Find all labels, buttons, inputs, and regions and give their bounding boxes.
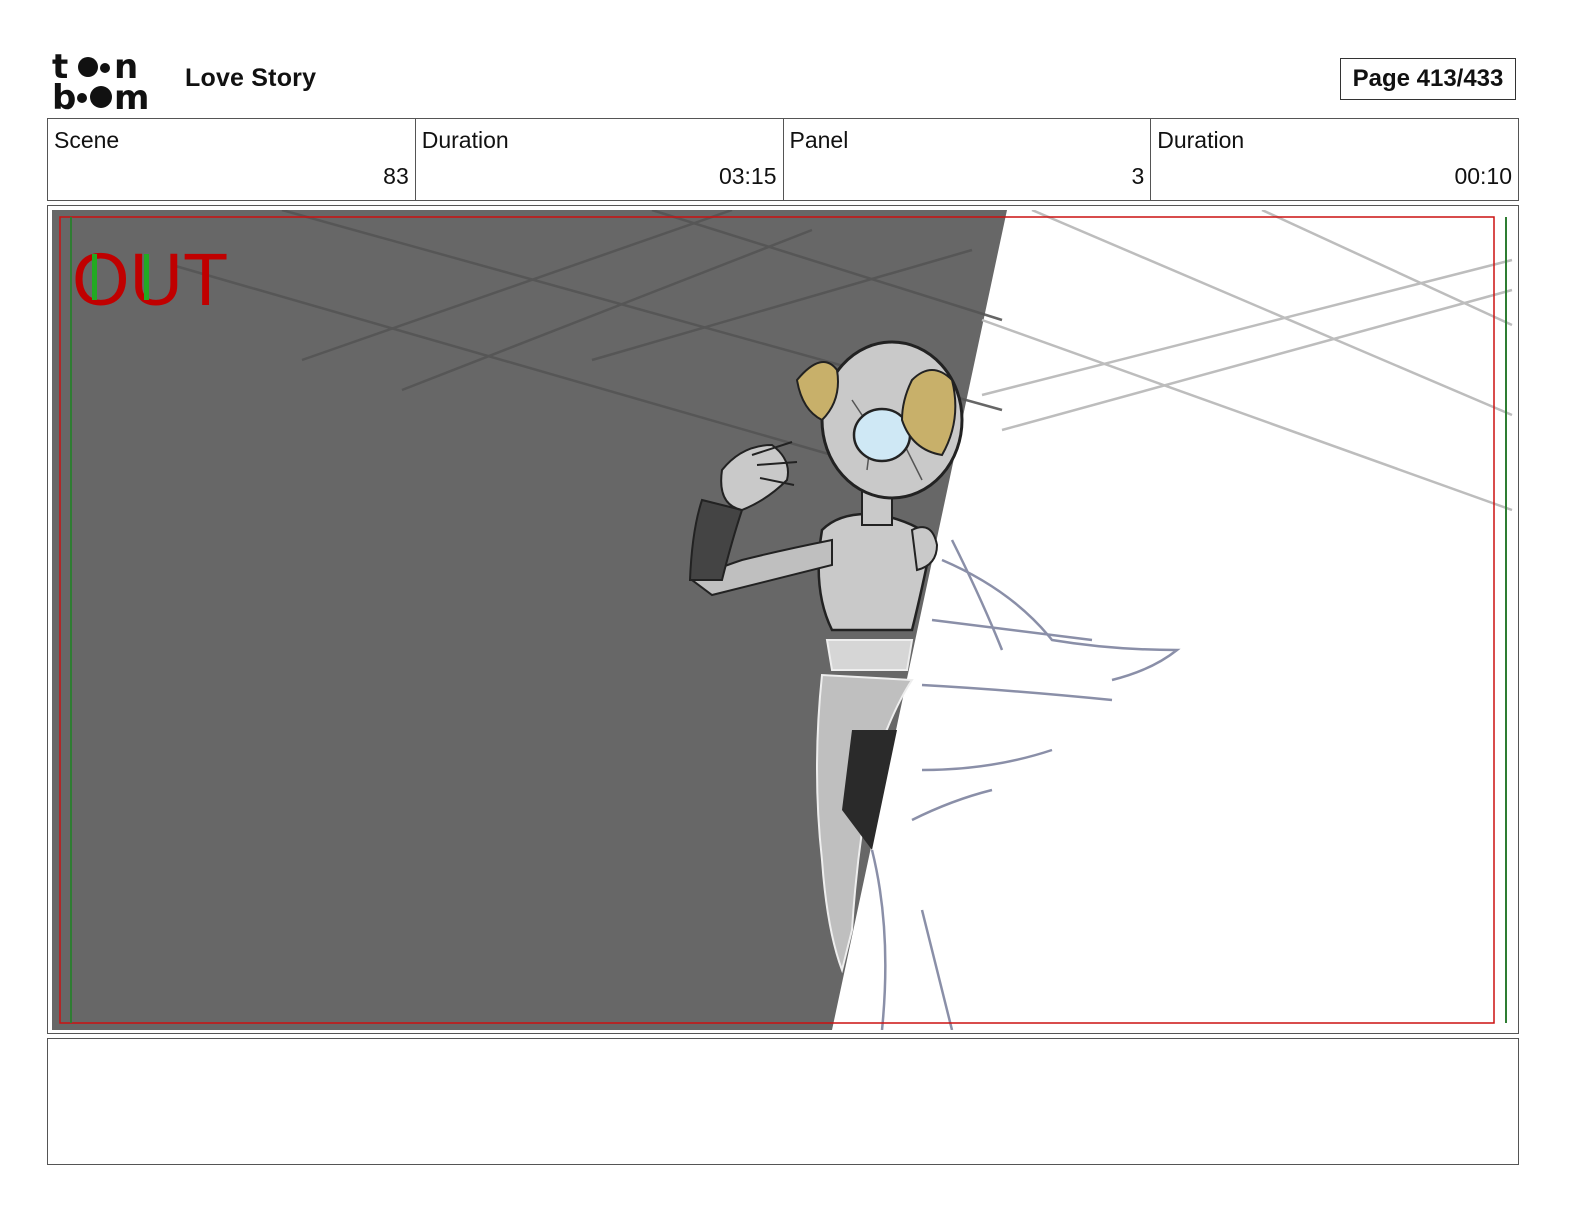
out-accent-mark-1 (92, 254, 97, 300)
scene-cell: Scene 83 (48, 119, 416, 200)
panel-duration-cell: Duration 00:10 (1151, 119, 1518, 200)
toonboom-logo: t n b m (52, 50, 149, 112)
scene-duration-value: 03:15 (718, 163, 777, 189)
scene-label: Scene (54, 127, 120, 153)
scene-info-table: Scene 83 Duration 03:15 Panel 3 Duration… (47, 118, 1519, 201)
panel-duration-label: Duration (1157, 127, 1245, 153)
panel-value: 3 (1131, 163, 1145, 189)
svg-text:b: b (52, 78, 76, 112)
panel-cell: Panel 3 (784, 119, 1152, 200)
storyboard-panel-image: OUT (52, 210, 1515, 1030)
panel-label: Panel (789, 127, 849, 153)
project-title: Love Story (185, 64, 317, 92)
svg-text:m: m (114, 78, 149, 112)
panel-duration-value: 00:10 (1454, 163, 1512, 189)
scene-duration-label: Duration (421, 127, 509, 153)
page-indicator: Page 413/433 (1340, 58, 1516, 100)
scene-value: 83 (383, 163, 409, 189)
panel-notes-box (47, 1038, 1519, 1165)
out-accent-mark-2 (144, 254, 149, 300)
scene-duration-cell: Duration 03:15 (416, 119, 784, 200)
